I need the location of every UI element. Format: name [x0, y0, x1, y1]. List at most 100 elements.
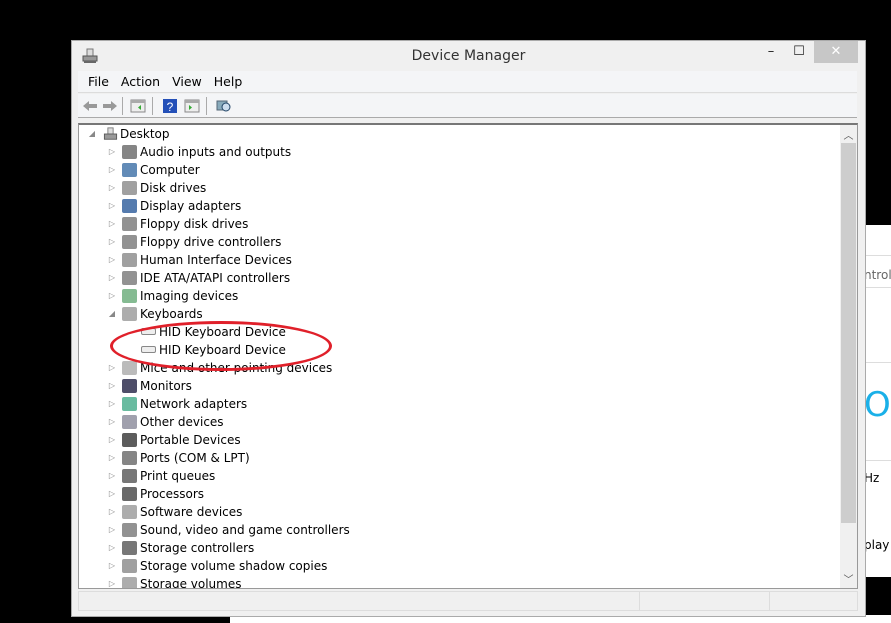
expand-icon[interactable]: ▷ [107, 251, 117, 269]
scroll-down-icon[interactable]: ﹀ [840, 571, 857, 586]
network-icon [122, 397, 137, 411]
tree-label: Software devices [140, 505, 243, 519]
portable-icon [122, 433, 137, 447]
printer-icon [122, 469, 137, 483]
expand-icon[interactable]: ▷ [107, 377, 117, 395]
tree-label: Disk drives [140, 181, 207, 195]
title-bar[interactable]: Device Manager – ☐ ✕ [72, 41, 865, 71]
tree-label: Ports (COM & LPT) [140, 451, 250, 465]
device-tree: ◢ Desktop ︿ ﹀ ▷ Audio inputs and outputs ▷… [78, 123, 858, 589]
expand-icon[interactable]: ▷ [107, 485, 117, 503]
tree-label: Storage volume shadow copies [140, 559, 328, 573]
tree-label: Storage controllers [140, 541, 255, 555]
floppy-icon [122, 217, 137, 231]
expand-icon[interactable]: ▷ [107, 233, 117, 251]
bg-text: ntrol [864, 268, 891, 282]
processor-icon [122, 487, 137, 501]
keyboard-icon [141, 346, 156, 353]
tree-label: Mice and other pointing devices [140, 361, 333, 375]
bg-text: play [864, 538, 890, 552]
expand-icon[interactable]: ▷ [107, 269, 117, 287]
tree-label: HID Keyboard Device [159, 325, 286, 339]
toolbar-separator [152, 97, 153, 115]
menu-view[interactable]: View [166, 71, 208, 93]
action-pane-icon[interactable] [184, 98, 200, 114]
minimize-button[interactable]: – [756, 41, 786, 63]
forward-icon[interactable] [102, 98, 118, 114]
back-icon[interactable] [82, 98, 98, 114]
expand-icon[interactable]: ▷ [107, 467, 117, 485]
volume-icon [122, 577, 137, 588]
mouse-icon [122, 361, 137, 375]
expand-icon[interactable]: ▷ [107, 539, 117, 557]
tree-label: Floppy disk drives [140, 217, 249, 231]
tree-label: Sound, video and game controllers [140, 523, 350, 537]
software-icon [122, 505, 137, 519]
scan-hardware-icon[interactable] [216, 98, 232, 114]
show-hide-console-tree-icon[interactable] [130, 98, 146, 114]
expand-icon[interactable]: ▷ [107, 287, 117, 305]
device-manager-window: Device Manager – ☐ ✕ File Action View Help … [71, 40, 866, 617]
tree-label: Portable Devices [140, 433, 241, 447]
maximize-button[interactable]: ☐ [784, 41, 814, 63]
collapse-icon[interactable]: ◢ [107, 305, 117, 323]
window-title: Device Manager [411, 48, 526, 64]
expand-icon[interactable]: ▷ [107, 179, 117, 197]
help-icon[interactable]: ? [162, 98, 178, 114]
status-bar [78, 591, 858, 611]
expand-icon[interactable]: ▷ [107, 431, 117, 449]
toolbar-separator [206, 97, 207, 115]
display-icon [122, 199, 137, 213]
menu-action[interactable]: Action [115, 71, 166, 93]
controller-icon [122, 235, 137, 249]
computer-icon [122, 163, 137, 177]
keyboard-icon [122, 307, 137, 321]
toolbar: ? [78, 94, 857, 118]
monitor-icon [122, 379, 137, 393]
tree-label: Desktop [120, 127, 170, 141]
expand-icon[interactable]: ▷ [107, 557, 117, 575]
shadow-copy-icon [122, 559, 137, 573]
expand-icon[interactable]: ▷ [107, 143, 117, 161]
tree-label: Display adapters [140, 199, 242, 213]
expand-icon[interactable]: ▷ [107, 215, 117, 233]
bg-text: O [864, 385, 891, 425]
tree-label: IDE ATA/ATAPI controllers [140, 271, 291, 285]
ide-icon [122, 271, 137, 285]
tree-label: Imaging devices [140, 289, 239, 303]
expand-icon[interactable]: ▷ [107, 449, 117, 467]
tree-label: Floppy drive controllers [140, 235, 282, 249]
bg-text: Hz [864, 471, 880, 485]
speaker-icon [122, 145, 137, 159]
expand-icon[interactable]: ▷ [107, 503, 117, 521]
close-button[interactable]: ✕ [814, 41, 858, 63]
port-icon [122, 451, 137, 465]
scroll-up-icon[interactable]: ︿ [840, 127, 857, 142]
menu-bar: File Action View Help [78, 71, 857, 93]
tree-label: Monitors [140, 379, 192, 393]
scrollbar-thumb[interactable] [841, 143, 856, 523]
vertical-scrollbar[interactable]: ︿ ﹀ [840, 125, 857, 588]
svg-text:?: ? [167, 100, 174, 114]
expand-icon[interactable]: ▷ [107, 413, 117, 431]
expand-icon[interactable]: ▷ [107, 395, 117, 413]
computer-desktop-icon [103, 127, 118, 140]
hid-icon [122, 253, 137, 267]
menu-file[interactable]: File [82, 71, 115, 93]
tree-label: HID Keyboard Device [159, 343, 286, 357]
disk-icon [122, 181, 137, 195]
collapse-icon[interactable]: ◢ [87, 125, 97, 143]
tree-label: Human Interface Devices [140, 253, 292, 267]
tree-label: Storage volumes [140, 577, 242, 589]
expand-icon[interactable]: ▷ [107, 359, 117, 377]
tree-label: Computer [140, 163, 200, 177]
expand-icon[interactable]: ▷ [107, 521, 117, 539]
expand-icon[interactable]: ▷ [107, 197, 117, 215]
camera-icon [122, 289, 137, 303]
menu-help[interactable]: Help [208, 71, 249, 93]
expand-icon[interactable]: ▷ [107, 161, 117, 179]
expand-icon[interactable]: ▷ [107, 575, 117, 588]
storage-controller-icon [122, 541, 137, 555]
tree-label: Print queues [140, 469, 216, 483]
unknown-device-icon [122, 415, 137, 429]
